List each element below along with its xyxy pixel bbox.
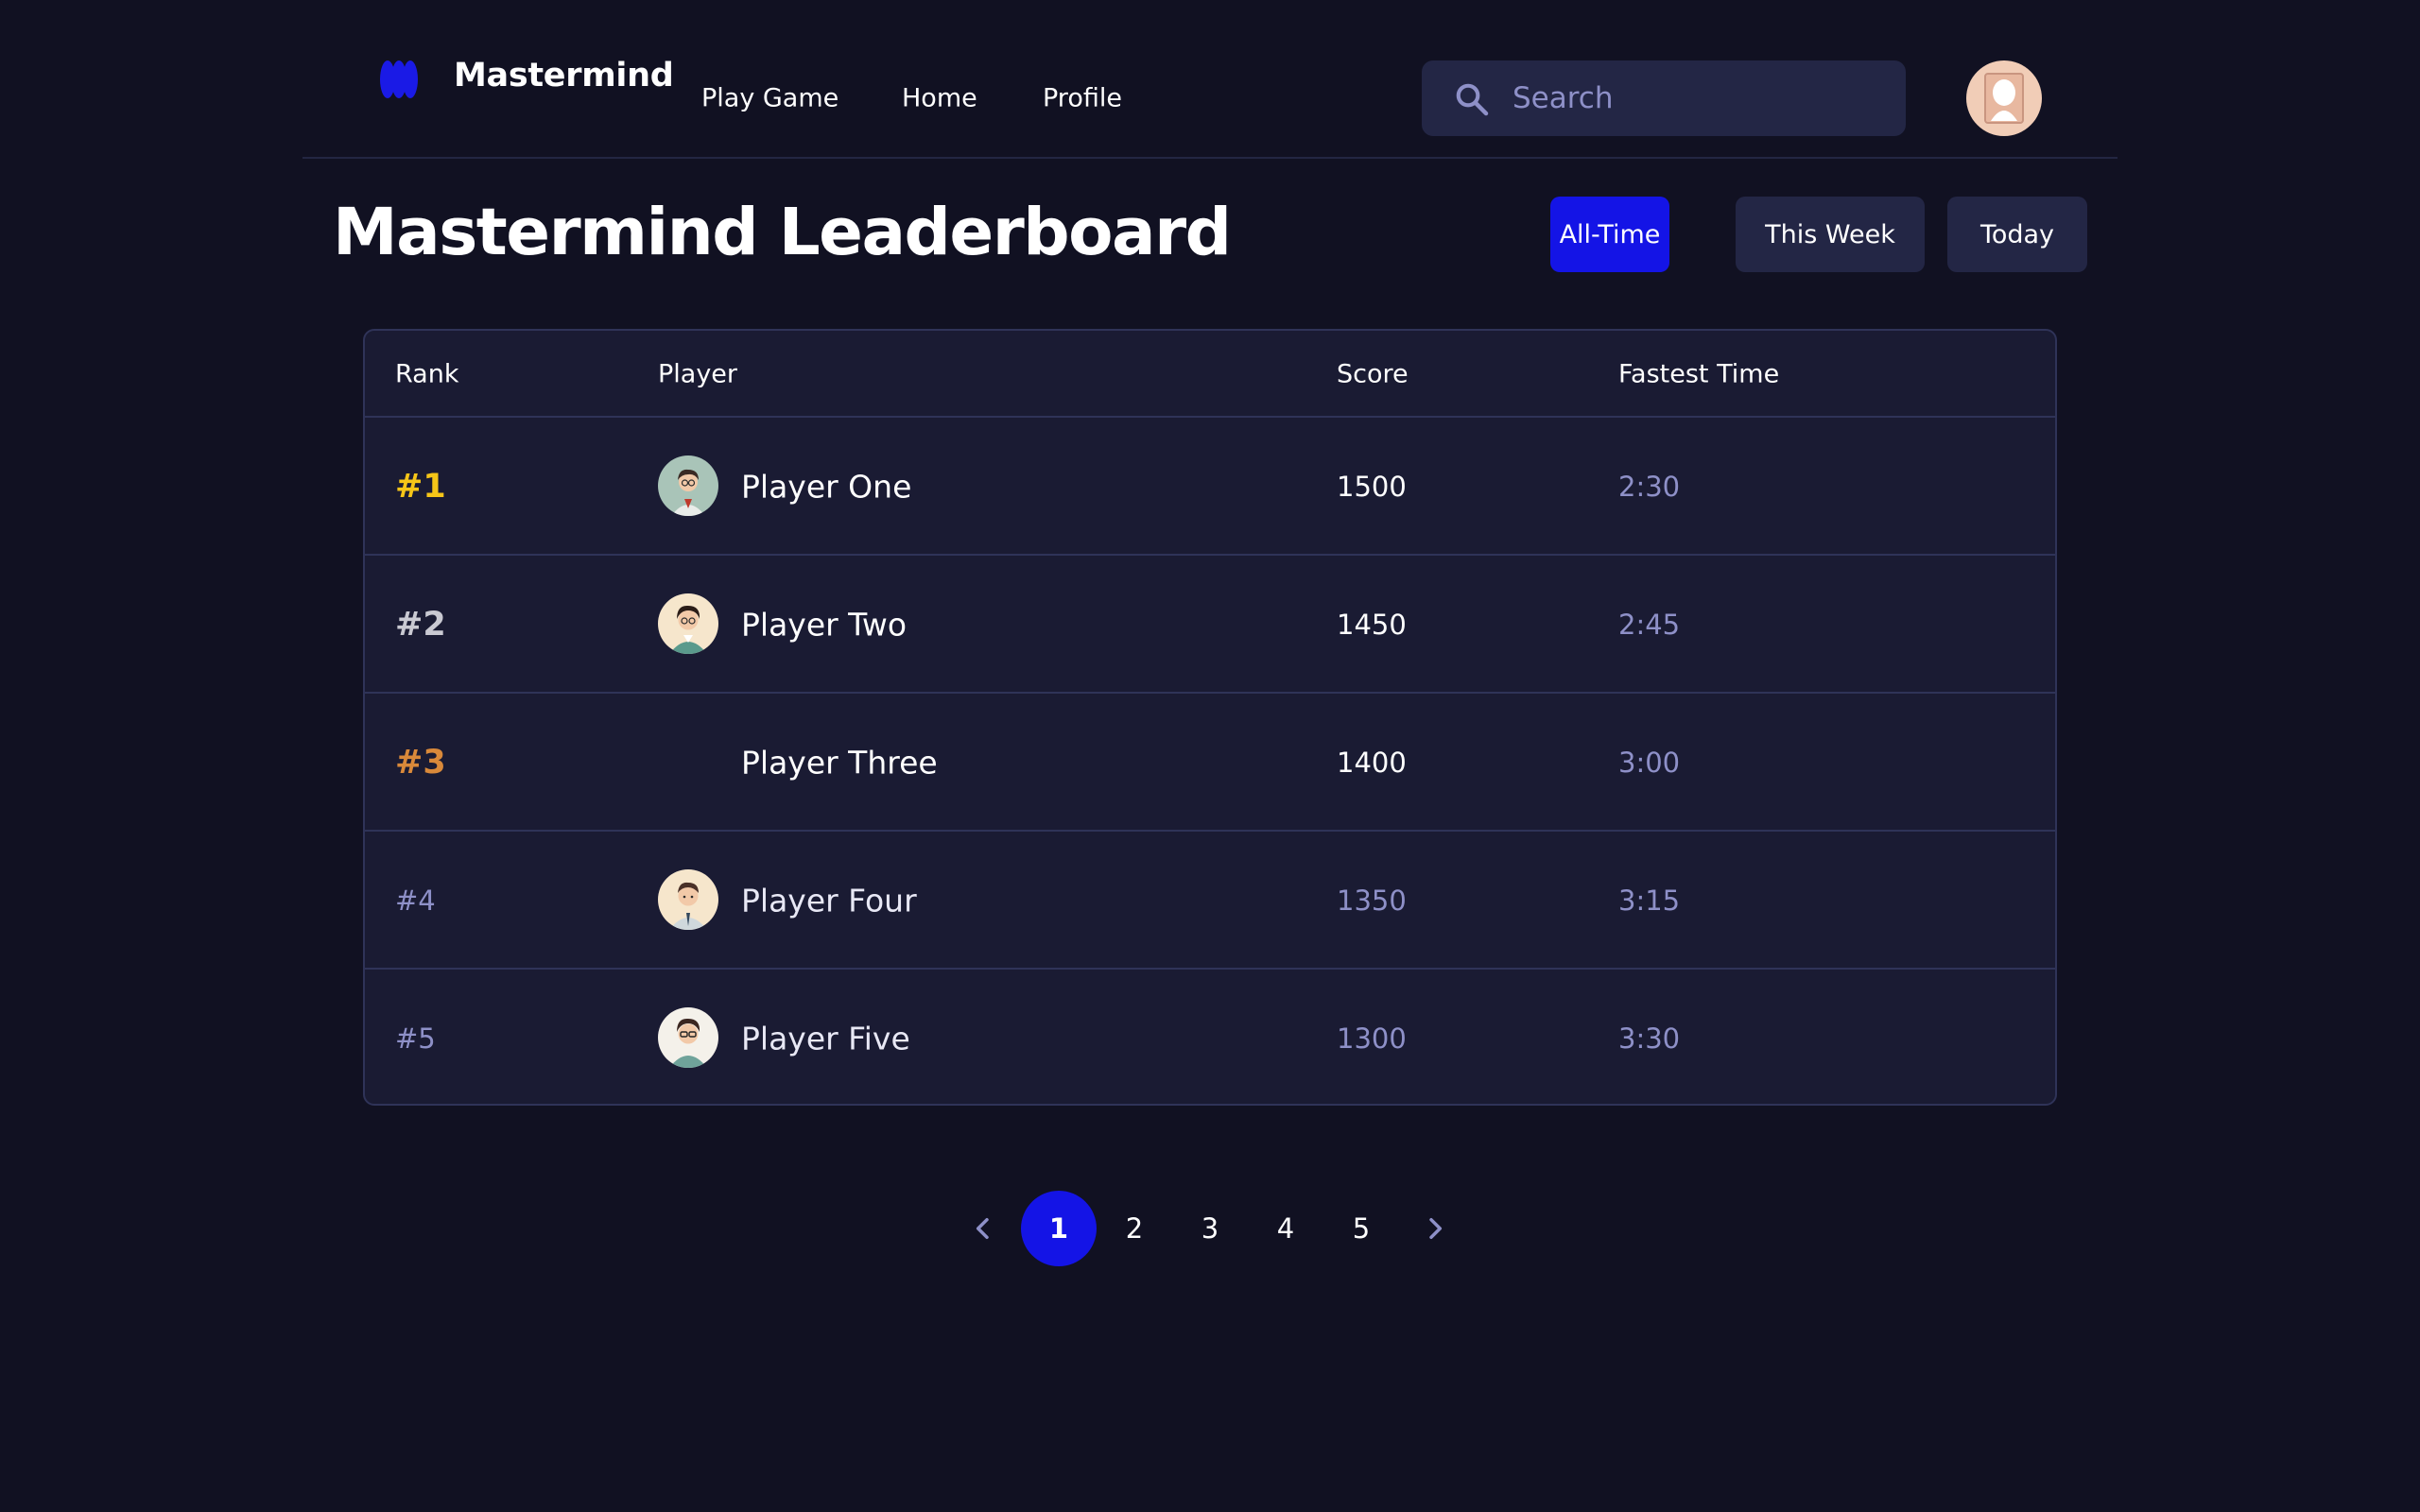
brand-name[interactable]: Mastermind [454, 57, 674, 94]
rank-cell: #2 [395, 606, 446, 644]
player-avatar [658, 593, 718, 654]
fastest-time-cell: 3:15 [1618, 885, 1681, 917]
table-row[interactable]: #4 Player Four 1350 3:15 [365, 832, 2055, 970]
player-avatar [658, 869, 718, 930]
table-row[interactable]: #3 Player Three 1400 3:00 [365, 694, 2055, 832]
rank-cell: #1 [395, 468, 446, 506]
score-cell: 1450 [1337, 609, 1407, 641]
leaderboard-table: Rank Player Score Fastest Time #1 Player… [363, 329, 2057, 1106]
mastermind-logo-icon[interactable] [380, 60, 418, 98]
score-cell: 1400 [1337, 747, 1407, 779]
score-cell: 1350 [1337, 885, 1407, 917]
pagination: 1 2 3 4 5 [0, 1191, 2420, 1266]
rank-cell: #3 [395, 744, 446, 782]
search-box[interactable] [1422, 60, 1906, 136]
column-header-score[interactable]: Score [1337, 360, 1409, 389]
player-avatar [658, 1007, 718, 1068]
player-name[interactable]: Player Four [741, 883, 917, 919]
fastest-time-cell: 2:30 [1618, 471, 1681, 503]
player-name[interactable]: Player One [741, 469, 911, 506]
chevron-left-icon[interactable] [968, 1213, 998, 1244]
table-row[interactable]: #1 Player One 1500 2:30 [365, 418, 2055, 556]
page-5-button[interactable]: 5 [1323, 1191, 1399, 1266]
nav-profile[interactable]: Profile [1043, 84, 1122, 113]
page-4-button[interactable]: 4 [1248, 1191, 1323, 1266]
table-row[interactable]: #2 Player Two 1450 2:45 [365, 556, 2055, 694]
fastest-time-cell: 3:00 [1618, 747, 1681, 779]
user-avatar[interactable] [1966, 60, 2042, 136]
table-row[interactable]: #5 Player Five 1300 3:30 [365, 970, 2055, 1104]
page-title: Mastermind Leaderboard [333, 195, 1232, 270]
fastest-time-cell: 2:45 [1618, 609, 1681, 641]
user-avatar-image [1984, 73, 2024, 124]
top-navbar: Mastermind Play Game Home Profile [302, 0, 2118, 159]
search-input[interactable] [1512, 60, 1891, 136]
page-1-button[interactable]: 1 [1021, 1191, 1097, 1266]
rank-cell: #5 [395, 1022, 436, 1055]
page-3-button[interactable]: 3 [1172, 1191, 1248, 1266]
player-name[interactable]: Player Two [741, 607, 907, 644]
filter-today-button[interactable]: Today [1947, 197, 2087, 272]
score-cell: 1300 [1337, 1022, 1407, 1055]
rank-cell: #4 [395, 885, 436, 917]
score-cell: 1500 [1337, 471, 1407, 503]
player-name[interactable]: Player Five [741, 1021, 910, 1057]
player-name[interactable]: Player Three [741, 745, 938, 782]
nav-play-game[interactable]: Play Game [701, 84, 838, 113]
player-avatar [658, 455, 718, 516]
table-header: Rank Player Score Fastest Time [365, 331, 2055, 418]
nav-home[interactable]: Home [902, 84, 977, 113]
chevron-right-icon[interactable] [1420, 1213, 1450, 1244]
column-header-fastest-time[interactable]: Fastest Time [1618, 360, 1779, 389]
filter-this-week-button[interactable]: This Week [1736, 197, 1925, 272]
page-2-button[interactable]: 2 [1097, 1191, 1172, 1266]
column-header-rank[interactable]: Rank [395, 360, 458, 389]
fastest-time-cell: 3:30 [1618, 1022, 1681, 1055]
column-header-player[interactable]: Player [658, 360, 737, 389]
search-icon [1456, 83, 1489, 116]
filter-all-time-button[interactable]: All-Time [1550, 197, 1669, 272]
